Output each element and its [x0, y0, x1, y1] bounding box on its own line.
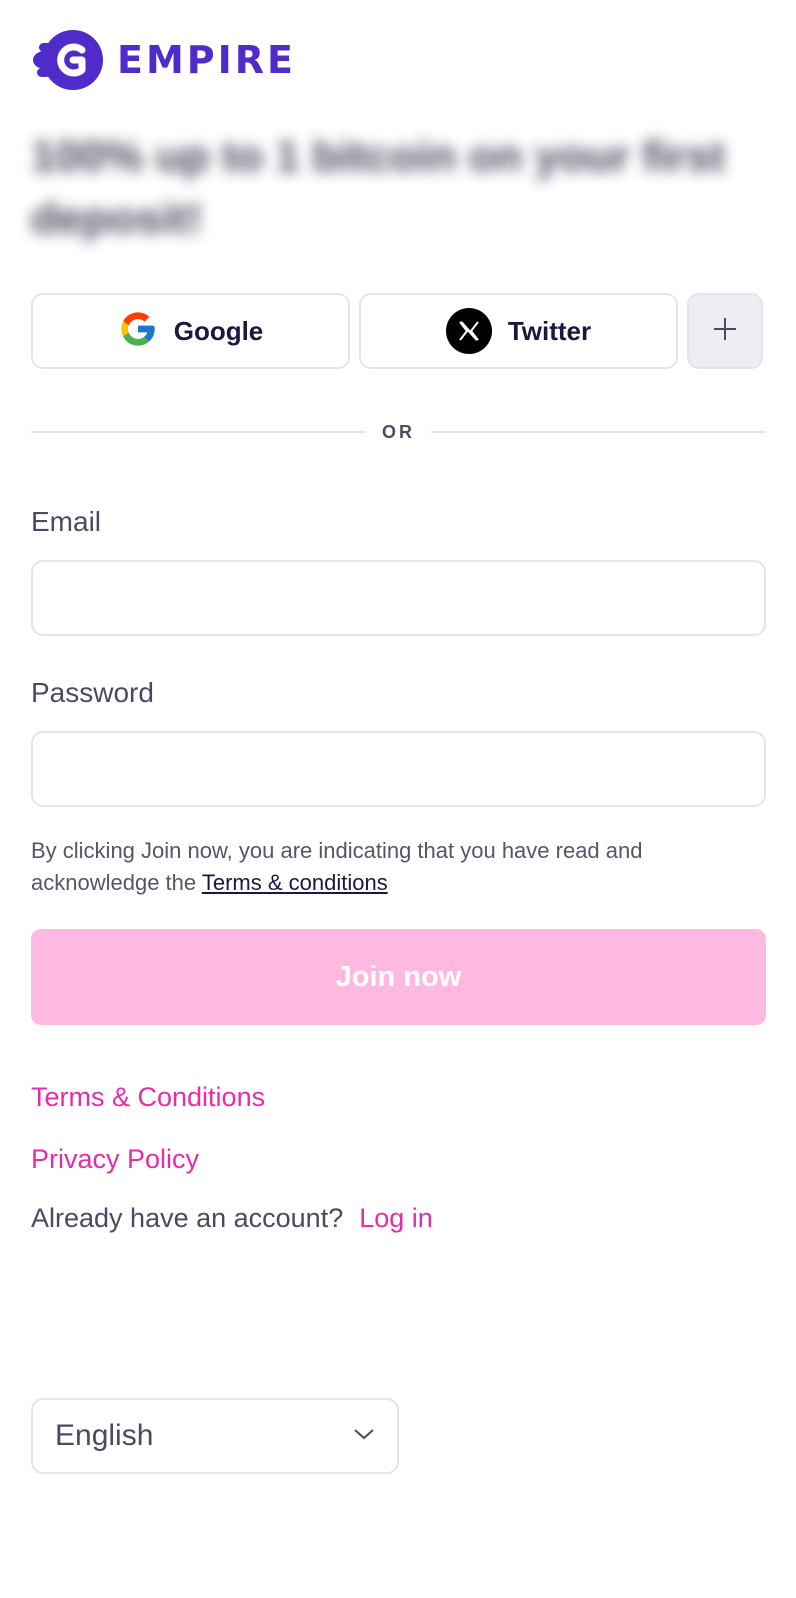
divider-line-right [431, 431, 766, 433]
brand-logo[interactable]: EMPIRE [31, 29, 296, 91]
google-login-button[interactable]: Google [31, 293, 350, 369]
divider-line-left [31, 431, 366, 433]
email-label: Email [31, 506, 102, 537]
language-select[interactable]: English [31, 1398, 399, 1474]
google-label: Google [173, 315, 264, 346]
privacy-policy-link[interactable]: Privacy Policy [31, 1144, 199, 1175]
social-login-row: Google Twitter [31, 293, 766, 369]
login-prompt: Already have an account? Log in [31, 1203, 433, 1234]
x-twitter-icon [445, 308, 492, 354]
already-account-text: Already have an account? [31, 1203, 344, 1233]
join-now-button[interactable]: Join now [31, 929, 766, 1025]
brand-name: EMPIRE [117, 38, 296, 82]
email-field[interactable] [31, 560, 766, 636]
consent-text: By clicking Join now, you are indicating… [31, 835, 766, 899]
plus-icon [712, 316, 738, 347]
login-link[interactable]: Log in [359, 1203, 433, 1234]
empire-logo-icon [31, 29, 105, 91]
or-divider: OR [31, 420, 766, 444]
terms-conditions-link[interactable]: Terms & Conditions [31, 1082, 265, 1113]
password-label: Password [31, 677, 154, 708]
terms-inline-link[interactable]: Terms & conditions [202, 870, 388, 895]
password-field[interactable] [31, 731, 766, 807]
language-value: English [55, 1419, 154, 1452]
google-icon [118, 309, 158, 354]
chevron-down-icon [353, 1427, 375, 1446]
more-login-options-button[interactable] [687, 293, 763, 369]
promo-headline: 100% up to 1 bitcoin on your first depos… [31, 132, 726, 243]
twitter-label: Twitter [507, 315, 592, 346]
divider-or-text: OR [382, 421, 415, 442]
twitter-login-button[interactable]: Twitter [359, 293, 678, 369]
